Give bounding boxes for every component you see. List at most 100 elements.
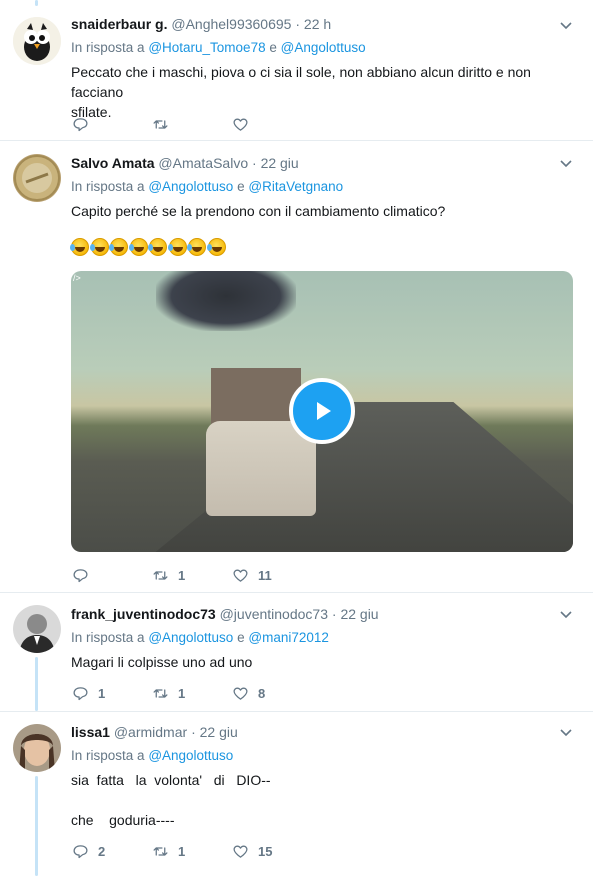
tweet-header: frank_juventinodoc73 @juventinodoc73 · 2…: [71, 606, 379, 622]
mention-link[interactable]: @mani72012: [248, 630, 329, 645]
reply-icon: [73, 686, 88, 700]
retweet-button[interactable]: 1: [152, 685, 232, 702]
video-cloud: [156, 271, 296, 331]
display-name[interactable]: frank_juventinodoc73: [71, 606, 216, 622]
reply-context: In risposta a @Angolottuso e @mani72012: [71, 630, 329, 645]
tweet-timestamp[interactable]: 22 giu: [200, 724, 238, 740]
chevron-down-icon[interactable]: [559, 157, 573, 171]
video-truck: [211, 368, 301, 428]
reply-button[interactable]: [72, 567, 152, 584]
mention-link[interactable]: @Angolottuso: [148, 179, 233, 194]
retweet-count: 1: [178, 567, 186, 583]
thread-line: [35, 657, 38, 711]
tweet-actions: [72, 114, 312, 134]
reply-conjunction: e: [237, 630, 245, 645]
reply-context: In risposta a @Angolottuso: [71, 748, 233, 763]
video-player[interactable]: />: [71, 271, 573, 552]
heart-icon: [233, 118, 248, 131]
like-count: 11: [258, 567, 272, 583]
retweet-button[interactable]: 1: [152, 843, 232, 860]
like-button[interactable]: 11: [232, 567, 312, 584]
like-count: 8: [258, 685, 266, 701]
chevron-down-icon[interactable]: [559, 608, 573, 622]
chevron-down-icon[interactable]: [559, 19, 573, 33]
retweet-icon: [153, 119, 168, 129]
user-handle[interactable]: @AmataSalvo: [158, 155, 248, 171]
reply-conjunction: e: [269, 40, 277, 55]
reply-icon: [73, 568, 88, 582]
heart-icon: [233, 569, 248, 582]
like-count: 15: [258, 843, 273, 859]
mention-link[interactable]: @Angolottuso: [281, 40, 366, 55]
retweet-button[interactable]: [152, 116, 232, 133]
tweet-actions: 1 11: [72, 565, 312, 585]
tweet-item[interactable]: frank_juventinodoc73 @juventinodoc73 · 2…: [0, 593, 593, 711]
retweet-count: 1: [178, 843, 186, 859]
mention-link[interactable]: @Angolottuso: [148, 630, 233, 645]
reply-count: 1: [98, 685, 106, 701]
tweet-timestamp[interactable]: 22 giu: [261, 155, 299, 171]
tweet-header: Salvo Amata @AmataSalvo · 22 giu: [71, 155, 299, 171]
tweet-text: sia fatta la volonta' di DIO-- che godur…: [71, 772, 271, 828]
display-name[interactable]: snaiderbaur g.: [71, 16, 167, 32]
tweet-header: lissa1 @armidmar · 22 giu: [71, 724, 238, 740]
retweet-count: 1: [178, 685, 186, 701]
reply-prefix: In risposta a: [71, 179, 145, 194]
tweet-timestamp[interactable]: 22 giu: [340, 606, 378, 622]
tweet-text: Magari li colpisse uno ad uno: [71, 654, 253, 670]
reply-button[interactable]: 1: [72, 685, 152, 702]
like-button[interactable]: [232, 116, 312, 133]
thread-line: [35, 776, 38, 876]
display-name[interactable]: Salvo Amata: [71, 155, 155, 171]
reply-icon: [73, 844, 88, 858]
like-button[interactable]: 8: [232, 685, 312, 702]
tweet-item[interactable]: lissa1 @armidmar · 22 giu In risposta a …: [0, 712, 593, 876]
tweet-text: Peccato che i maschi, piova o ci sia il …: [71, 64, 531, 120]
mention-link[interactable]: @Angolottuso: [148, 748, 233, 763]
user-handle[interactable]: @armidmar: [114, 724, 187, 740]
reply-context: In risposta a @Angolottuso e @RitaVetgna…: [71, 179, 343, 194]
reply-prefix: In risposta a: [71, 748, 145, 763]
tweet-actions: 2 1 15: [72, 841, 312, 861]
tweet-actions: 1 1 8: [72, 683, 312, 703]
reply-conjunction: e: [237, 179, 245, 194]
avatar[interactable]: [13, 17, 61, 65]
avatar[interactable]: [13, 605, 61, 653]
reply-count: 2: [98, 843, 106, 859]
retweet-icon: [153, 846, 168, 856]
separator-dot: ·: [331, 606, 337, 622]
heart-icon: [233, 845, 248, 858]
play-button[interactable]: [289, 378, 355, 444]
emoji-row: 🤣🤣🤣🤣🤣🤣🤣🤣: [70, 238, 227, 256]
tweet-timestamp[interactable]: 22 h: [304, 16, 331, 32]
user-handle[interactable]: @Anghel99360695: [171, 16, 291, 32]
tweet-item[interactable]: snaiderbaur g. @Anghel99360695 · 22 h In…: [0, 0, 593, 141]
like-button[interactable]: 15: [232, 843, 312, 860]
reply-button[interactable]: 2: [72, 843, 152, 860]
reply-context: In risposta a @Hotaru_Tomoe78 e @Angolot…: [71, 40, 366, 55]
reply-prefix: In risposta a: [71, 630, 145, 645]
mention-link[interactable]: @RitaVetgnano: [248, 179, 343, 194]
separator-dot: ·: [295, 16, 301, 32]
tweet-text: Capito perché se la prendono con il camb…: [71, 203, 446, 219]
thread-line: [35, 0, 38, 6]
separator-dot: ·: [252, 155, 257, 171]
video-tag: />: [73, 273, 81, 283]
reply-button[interactable]: [72, 116, 152, 133]
display-name[interactable]: lissa1: [71, 724, 110, 740]
reply-prefix: In risposta a: [71, 40, 145, 55]
retweet-button[interactable]: 1: [152, 567, 232, 584]
mention-link[interactable]: @Hotaru_Tomoe78: [148, 40, 265, 55]
avatar[interactable]: [13, 154, 61, 202]
retweet-icon: [153, 688, 168, 698]
tweet-timeline: snaiderbaur g. @Anghel99360695 · 22 h In…: [0, 0, 593, 876]
retweet-icon: [153, 570, 168, 580]
separator-dot: ·: [191, 724, 196, 740]
avatar[interactable]: [13, 724, 61, 772]
reply-icon: [73, 117, 88, 131]
user-handle[interactable]: @juventinodoc73: [220, 606, 328, 622]
chevron-down-icon[interactable]: [559, 726, 573, 740]
tweet-header: snaiderbaur g. @Anghel99360695 · 22 h: [71, 16, 331, 32]
heart-icon: [233, 687, 248, 700]
play-icon: [317, 402, 331, 420]
